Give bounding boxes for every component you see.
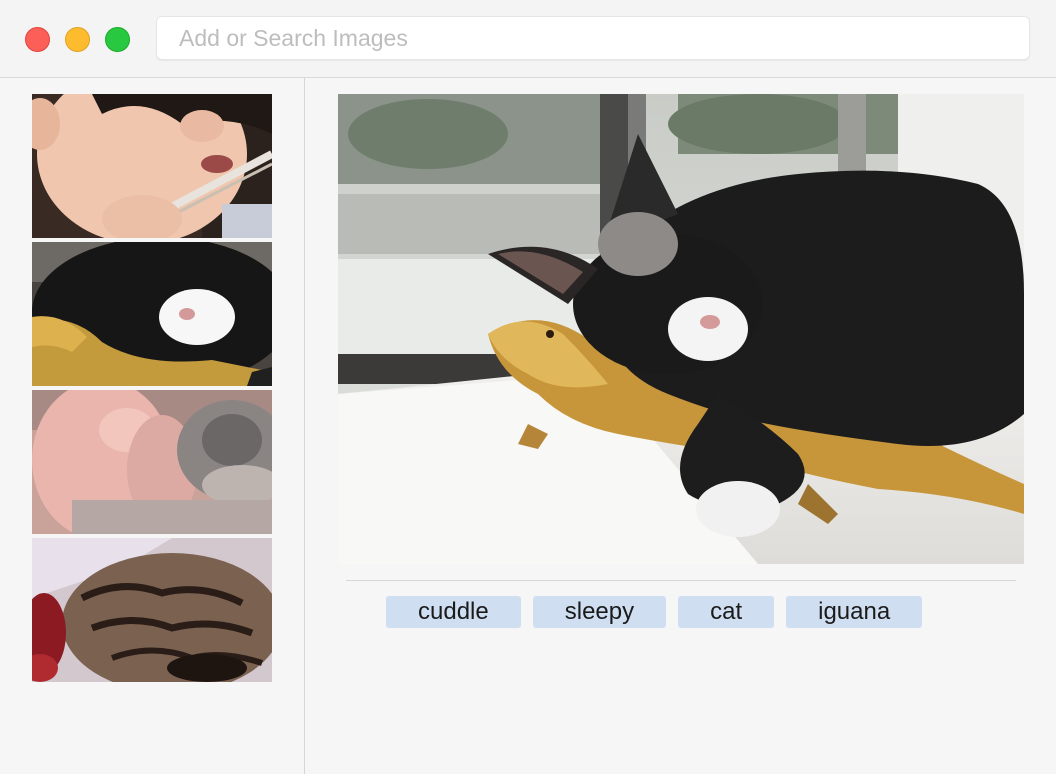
tag-divider: [346, 580, 1016, 581]
zoom-button[interactable]: [105, 27, 130, 52]
minimize-button[interactable]: [65, 27, 90, 52]
app-window: cuddle sleepy cat iguana: [0, 0, 1056, 774]
tag-cuddle[interactable]: cuddle: [386, 596, 521, 628]
thumbnail-image: [32, 390, 272, 534]
search-input[interactable]: [156, 16, 1030, 60]
tag-iguana[interactable]: iguana: [786, 596, 923, 628]
titlebar: [0, 0, 1056, 78]
thumbnail-sidebar: [0, 78, 305, 774]
thumbnail-2[interactable]: [32, 242, 272, 386]
thumbnail-3[interactable]: [32, 390, 272, 534]
thumbnail-4[interactable]: [32, 538, 272, 682]
cat-iguana-image: [338, 94, 1024, 564]
thumbnail-image: [32, 242, 272, 386]
main-image-preview: [338, 94, 1024, 564]
thumbnail-1[interactable]: [32, 94, 272, 238]
tag-cat[interactable]: cat: [678, 596, 775, 628]
tag-list: cuddle sleepy cat iguana: [386, 596, 923, 628]
close-button[interactable]: [25, 27, 50, 52]
tag-sleepy[interactable]: sleepy: [532, 596, 667, 628]
thumbnail-image: [32, 538, 272, 682]
thumbnail-image: [32, 94, 272, 238]
